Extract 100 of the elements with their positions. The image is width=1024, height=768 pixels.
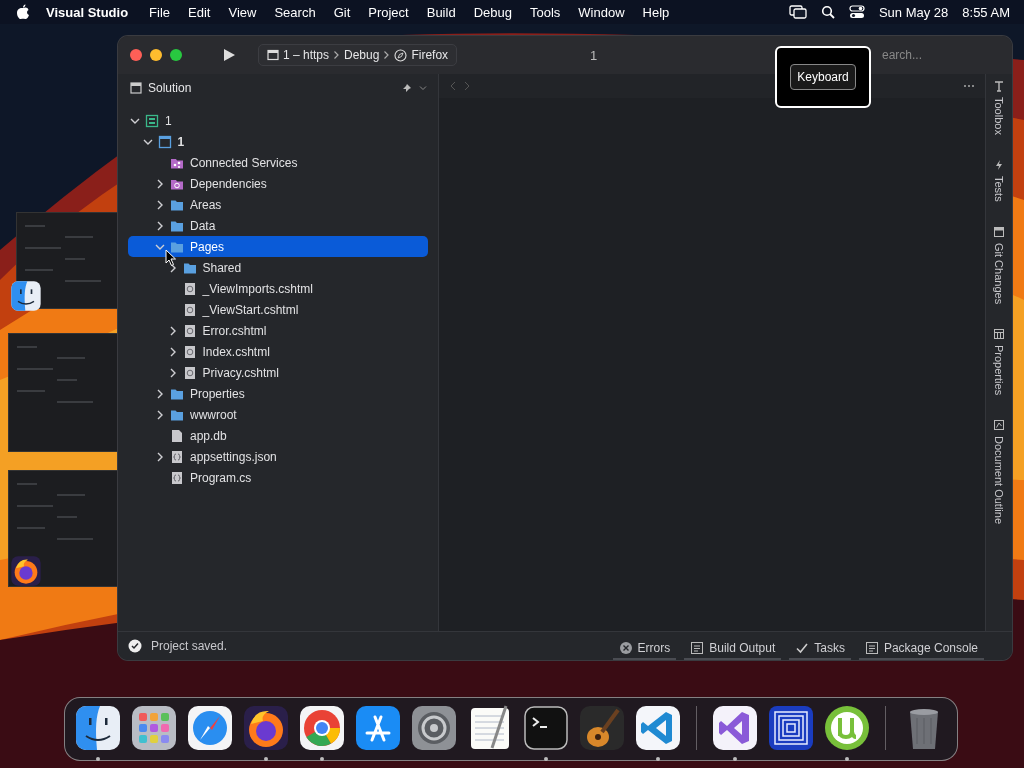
search-icon[interactable]	[820, 5, 835, 19]
toggle-icon[interactable]	[848, 5, 865, 19]
check-circle-icon	[128, 639, 142, 653]
menu-item[interactable]: View	[219, 4, 266, 20]
side-tab[interactable]: Tests	[993, 158, 1005, 202]
tree-item[interactable]: _ViewStart.cshtml	[128, 299, 428, 320]
compass-icon	[394, 48, 408, 62]
status-message: Project saved.	[151, 639, 228, 653]
braces-file-icon	[170, 470, 184, 485]
guitar-icon[interactable]	[578, 704, 626, 752]
mouse-pointer-icon	[165, 249, 177, 267]
circle-logo-icon[interactable]	[298, 704, 346, 752]
pad-title: Solution	[148, 81, 193, 95]
side-tab[interactable]: Git Changes	[993, 225, 1005, 304]
lightning-icon	[993, 158, 1005, 171]
app-store-icon[interactable]	[354, 704, 402, 752]
outline-icon	[993, 418, 1005, 431]
pin-icon[interactable]	[402, 83, 412, 93]
tree-item[interactable]: Program.cs	[128, 467, 428, 488]
ribbon-logo-icon[interactable]	[711, 704, 759, 752]
project-icon	[157, 134, 172, 149]
minimize-button[interactable]	[150, 49, 162, 61]
keyboard-button[interactable]: Keyboard	[790, 64, 856, 90]
menu-item[interactable]: Build	[417, 4, 465, 20]
compass-icon[interactable]	[186, 704, 234, 752]
error-icon	[618, 641, 633, 655]
globe-icon[interactable]	[10, 555, 42, 587]
menu-item[interactable]: Git	[324, 4, 360, 20]
separator-chevron-icon	[383, 50, 391, 60]
window-thumbnail[interactable]	[8, 470, 119, 587]
finder-icon[interactable]	[10, 280, 42, 312]
braces-file-icon	[170, 449, 184, 464]
run-config-segment[interactable]: 1 – https	[283, 48, 330, 62]
code-editor-icon[interactable]	[634, 704, 682, 752]
tree-item[interactable]: 1	[128, 131, 428, 152]
menu-item[interactable]: Tools	[520, 4, 570, 20]
page-file-icon	[182, 365, 197, 380]
bottom-tab[interactable]: Tasks	[789, 637, 851, 660]
tree-item[interactable]: Index.cshtml	[128, 341, 428, 362]
torrent-logo-icon[interactable]	[823, 704, 871, 752]
separator-chevron-icon	[333, 50, 341, 60]
bottom-tab[interactable]: Package Console	[858, 637, 984, 660]
run-config-segment[interactable]: Firefox	[411, 48, 449, 62]
gear-icon[interactable]	[410, 704, 458, 752]
run-config-segment[interactable]: Debug	[344, 48, 380, 62]
menu-item[interactable]: File	[140, 4, 180, 20]
window-icon	[267, 49, 279, 61]
side-tab[interactable]: Toolbox	[993, 80, 1005, 135]
tree-item[interactable]: Dependencies	[128, 173, 428, 194]
menu-item[interactable]: Window	[569, 4, 634, 20]
page-file-icon	[182, 323, 197, 338]
tree-item[interactable]: Properties	[128, 383, 428, 404]
app-name[interactable]: Visual Studio	[30, 4, 141, 20]
app-grid-icon[interactable]	[130, 704, 178, 752]
apple-logo-icon[interactable]	[16, 4, 30, 20]
tree-item[interactable]: Shared	[128, 257, 428, 278]
tree-item[interactable]: Areas	[128, 194, 428, 215]
table-icon	[993, 327, 1005, 340]
menu-item[interactable]: Project	[359, 4, 418, 20]
tree-item[interactable]: Connected Services	[128, 152, 428, 173]
console-icon	[864, 641, 879, 655]
close-button[interactable]	[130, 49, 142, 61]
bottom-tab[interactable]: Errors	[612, 637, 677, 660]
console-icon	[690, 641, 705, 655]
run-configuration[interactable]: 1 – https Debug Firefox	[258, 44, 458, 66]
tree-item[interactable]: Data	[128, 215, 428, 236]
solution-icon	[145, 113, 159, 128]
tree-item[interactable]: Privacy.cshtml	[128, 362, 428, 383]
window-thumbnail[interactable]	[8, 333, 119, 452]
tree-item[interactable]: Error.cshtml	[128, 320, 428, 341]
panel-icon	[130, 82, 142, 94]
bottom-tab[interactable]: Build Output	[684, 637, 782, 660]
terminal-icon[interactable]	[522, 704, 570, 752]
tree-item[interactable]: _ViewImports.cshtml	[128, 278, 428, 299]
side-tab[interactable]: Properties	[993, 327, 1005, 395]
time-text[interactable]: 8:55 AM	[962, 4, 1010, 20]
globe-icon[interactable]	[242, 704, 290, 752]
menu-item[interactable]: Edit	[179, 4, 220, 20]
menu-item[interactable]: Debug	[464, 4, 521, 20]
panel-icon	[993, 225, 1005, 238]
tree-item[interactable]: appsettings.json	[128, 446, 428, 467]
menu-item[interactable]: Help	[633, 4, 679, 20]
more-icon[interactable]	[963, 84, 975, 88]
screen-mirroring-icon[interactable]	[788, 5, 807, 19]
tree-item[interactable]: Pages	[128, 236, 428, 257]
finder-icon[interactable]	[74, 704, 122, 752]
search-field[interactable]: earch...	[881, 48, 922, 62]
zoom-button[interactable]	[170, 49, 182, 61]
page-file-icon	[182, 344, 197, 359]
window-title: 1	[590, 47, 598, 63]
checkmark-icon	[795, 641, 810, 655]
concentric-squares-icon[interactable]	[767, 704, 815, 752]
window-thumbnail[interactable]	[16, 212, 119, 309]
page-file-icon	[182, 302, 197, 317]
tree-item[interactable]: 1	[128, 110, 428, 131]
side-tab[interactable]: Document Outline	[993, 418, 1005, 524]
date-text[interactable]: Sun May 28	[878, 4, 949, 20]
tree-item[interactable]: wwwroot	[128, 404, 428, 425]
menu-item[interactable]: Search	[265, 4, 325, 20]
tree-item[interactable]: app.db	[128, 425, 428, 446]
